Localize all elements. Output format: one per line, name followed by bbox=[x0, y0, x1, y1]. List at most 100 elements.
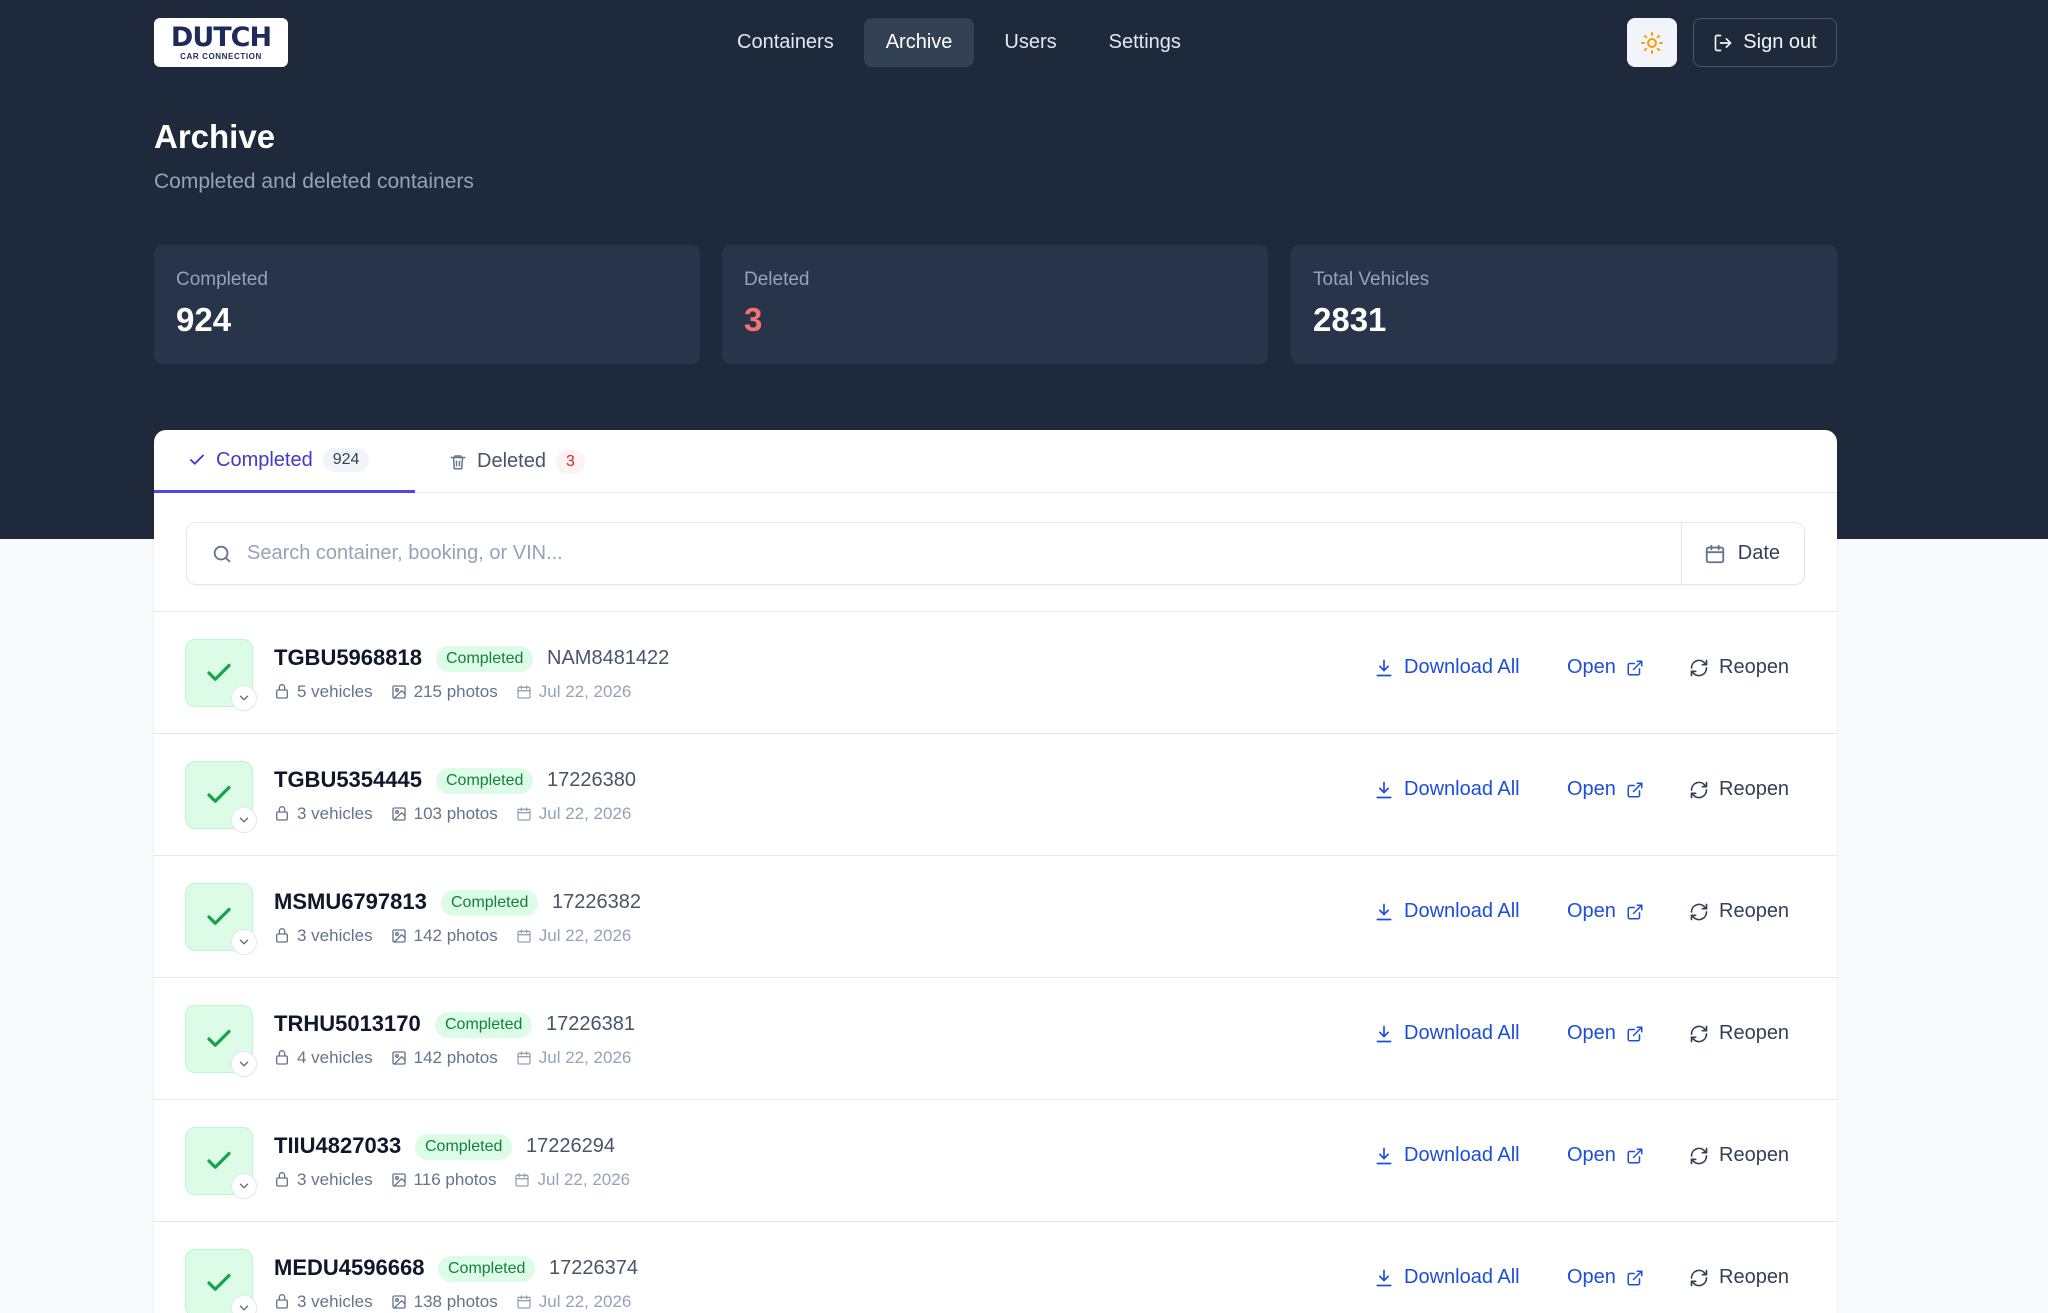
vehicle-icon bbox=[274, 684, 290, 700]
external-link-icon bbox=[1626, 1269, 1644, 1287]
container-number[interactable]: TRHU5013170 bbox=[274, 1011, 421, 1037]
vehicles-count: 4 vehicles bbox=[274, 1048, 373, 1068]
container-number[interactable]: TIIU4827033 bbox=[274, 1133, 401, 1159]
expand-row-button[interactable] bbox=[231, 807, 257, 833]
theme-toggle-button[interactable] bbox=[1627, 18, 1677, 67]
chevron-down-icon bbox=[237, 813, 251, 827]
container-row: MEDU4596668 Completed 17226374 3 vehicle… bbox=[154, 1221, 1837, 1313]
chevron-down-icon bbox=[237, 1301, 251, 1313]
refresh-icon bbox=[1689, 1024, 1709, 1044]
reopen-button[interactable]: Reopen bbox=[1689, 656, 1789, 679]
status-badge: Completed bbox=[436, 768, 534, 794]
search-input[interactable] bbox=[247, 542, 1681, 565]
vehicles-text: 3 vehicles bbox=[297, 926, 373, 945]
download-all-button[interactable]: Download All bbox=[1374, 1022, 1520, 1045]
chevron-down-icon bbox=[237, 1057, 251, 1071]
reopen-button[interactable]: Reopen bbox=[1689, 900, 1789, 923]
open-button[interactable]: Open bbox=[1567, 1266, 1644, 1289]
brand-logo[interactable]: DUTCH CAR CONNECTION bbox=[154, 18, 288, 67]
row-meta: 3 vehicles 116 photos Jul 22, 2026 bbox=[274, 1170, 630, 1190]
log-out-icon bbox=[1713, 33, 1733, 53]
stat-label: Completed bbox=[176, 269, 268, 290]
row-meta: 3 vehicles 138 photos Jul 22, 2026 bbox=[274, 1292, 631, 1312]
calendar-icon bbox=[516, 806, 532, 822]
refresh-icon bbox=[1689, 1268, 1709, 1288]
container-row: TGBU5968818 Completed NAM8481422 5 vehic… bbox=[154, 611, 1837, 733]
row-date: Jul 22, 2026 bbox=[516, 804, 632, 824]
chevron-down-icon bbox=[237, 691, 251, 705]
stat-card-deleted: Deleted 3 bbox=[722, 245, 1268, 364]
download-all-button[interactable]: Download All bbox=[1374, 656, 1520, 679]
photos-text: 103 photos bbox=[413, 804, 498, 823]
download-all-button[interactable]: Download All bbox=[1374, 778, 1520, 801]
row-date: Jul 22, 2026 bbox=[516, 1048, 631, 1068]
download-icon bbox=[1374, 1024, 1394, 1044]
date-filter-label: Date bbox=[1737, 542, 1780, 564]
nav-item-archive[interactable]: Archive bbox=[863, 18, 975, 67]
download-label: Download All bbox=[1404, 778, 1520, 800]
sun-icon bbox=[1640, 31, 1664, 55]
expand-row-button[interactable] bbox=[231, 929, 257, 955]
vehicle-icon bbox=[274, 928, 290, 944]
chevron-down-icon bbox=[237, 1179, 251, 1193]
booking-number: 17226381 bbox=[546, 1013, 635, 1035]
container-number[interactable]: MEDU4596668 bbox=[274, 1255, 424, 1281]
open-button[interactable]: Open bbox=[1567, 656, 1644, 679]
row-meta: 4 vehicles 142 photos Jul 22, 2026 bbox=[274, 1048, 631, 1068]
status-badge: Completed bbox=[415, 1134, 513, 1160]
expand-row-button[interactable] bbox=[231, 1173, 257, 1199]
open-button[interactable]: Open bbox=[1567, 1022, 1644, 1045]
check-icon bbox=[204, 1268, 234, 1298]
reopen-button[interactable]: Reopen bbox=[1689, 1022, 1789, 1045]
download-all-button[interactable]: Download All bbox=[1374, 1266, 1520, 1289]
download-all-button[interactable]: Download All bbox=[1374, 900, 1520, 923]
stat-label: Total Vehicles bbox=[1313, 269, 1430, 290]
open-button[interactable]: Open bbox=[1567, 1144, 1644, 1167]
download-label: Download All bbox=[1404, 1266, 1520, 1288]
vehicle-icon bbox=[274, 1172, 290, 1188]
calendar-icon bbox=[516, 684, 532, 700]
nav-item-settings[interactable]: Settings bbox=[1087, 18, 1203, 67]
date-text: Jul 22, 2026 bbox=[537, 1170, 631, 1189]
calendar-icon bbox=[516, 1050, 532, 1066]
nav-item-users[interactable]: Users bbox=[982, 18, 1078, 67]
date-filter-button[interactable]: Date bbox=[1680, 523, 1804, 584]
row-date: Jul 22, 2026 bbox=[516, 926, 631, 946]
open-button[interactable]: Open bbox=[1567, 900, 1644, 923]
reopen-button[interactable]: Reopen bbox=[1689, 778, 1789, 801]
open-button[interactable]: Open bbox=[1567, 778, 1644, 801]
image-icon bbox=[391, 684, 407, 700]
expand-row-button[interactable] bbox=[231, 1051, 257, 1077]
container-list: TGBU5968818 Completed NAM8481422 5 vehic… bbox=[154, 611, 1837, 1313]
open-label: Open bbox=[1567, 1266, 1616, 1288]
refresh-icon bbox=[1689, 658, 1709, 678]
container-row: MSMU6797813 Completed 17226382 3 vehicle… bbox=[154, 855, 1837, 977]
date-text: Jul 22, 2026 bbox=[538, 1292, 632, 1311]
tab-completed[interactable]: Completed 924 bbox=[154, 430, 415, 493]
expand-row-button[interactable] bbox=[231, 1295, 257, 1313]
download-all-button[interactable]: Download All bbox=[1374, 1144, 1520, 1167]
nav-item-containers[interactable]: Containers bbox=[715, 18, 856, 67]
download-icon bbox=[1374, 902, 1394, 922]
status-badge: Completed bbox=[438, 1256, 536, 1282]
container-number[interactable]: TGBU5968818 bbox=[274, 645, 422, 671]
tab-label: Completed bbox=[216, 448, 313, 471]
photos-text: 142 photos bbox=[413, 926, 498, 945]
stat-card-total-vehicles: Total Vehicles 2831 bbox=[1291, 245, 1837, 364]
calendar-icon bbox=[516, 1294, 532, 1310]
photos-text: 215 photos bbox=[413, 682, 498, 701]
reopen-button[interactable]: Reopen bbox=[1689, 1144, 1789, 1167]
trash-icon bbox=[449, 453, 467, 471]
date-text: Jul 22, 2026 bbox=[538, 804, 632, 823]
sign-out-button[interactable]: Sign out bbox=[1693, 18, 1837, 67]
tab-deleted[interactable]: Deleted 3 bbox=[449, 430, 585, 493]
container-number[interactable]: TGBU5354445 bbox=[274, 767, 422, 793]
expand-row-button[interactable] bbox=[231, 685, 257, 711]
photos-text: 116 photos bbox=[413, 1170, 497, 1189]
download-icon bbox=[1374, 658, 1394, 678]
logo-subtext: CAR CONNECTION bbox=[180, 51, 262, 61]
reopen-button[interactable]: Reopen bbox=[1689, 1266, 1789, 1289]
photos-count: 142 photos bbox=[391, 1048, 498, 1068]
booking-number: 17226380 bbox=[547, 769, 636, 791]
container-number[interactable]: MSMU6797813 bbox=[274, 889, 427, 915]
